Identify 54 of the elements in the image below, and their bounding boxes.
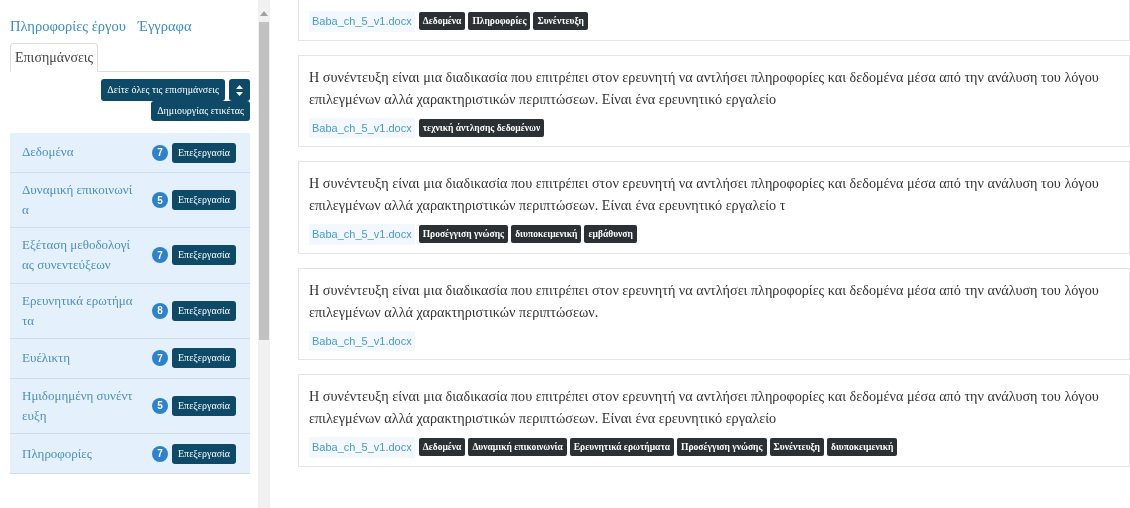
- tag-label: Προσέγγιση γνώσης: [418, 225, 509, 244]
- tag-list-item[interactable]: Δεδομένα 7 Επεξεργασία: [10, 133, 250, 173]
- tag-label: Δυναμική επικοινωνία: [468, 438, 567, 457]
- tag-label: Ερευνητικά ερωτήματα: [569, 438, 675, 457]
- annotation-text: Η συνέντευξη είναι μια διαδικασία που επιτρέπει στον ερευνητή να αντλήσει πληροφορίες και δεδομένα μέσα από την ανάλυση του λόγου επιλεγμένων αλλά χαρακτηριστικών περιπτώσεων. Είναι ένα ερευνητικό εργαλείο τ: [309, 174, 1100, 215]
- tag-label: Ημιδομημένη συνέντευξη: [22, 386, 134, 425]
- view-all-button[interactable]: Δείτε όλες τις επισημάνσεις: [101, 79, 225, 101]
- tag-label: Δεδομένα: [22, 143, 75, 162]
- tab[interactable]: Επισημάνσεις: [10, 43, 99, 72]
- tag-label: διυποκειμενική: [827, 438, 898, 457]
- tag-list-item[interactable]: Δυναμική επικοινωνία 5 Επεξεργασία: [10, 173, 250, 229]
- count-badge: 7: [152, 247, 168, 264]
- edit-button[interactable]: Επεξεργασία: [172, 245, 236, 266]
- nav-link[interactable]: Πληροφορίες έργου: [10, 18, 126, 34]
- tag-label: Πληροφορίες: [468, 12, 531, 31]
- count-badge: 7: [152, 350, 168, 367]
- tag-label: Εξέταση μεθοδολογίας συνεντεύξεων: [22, 236, 132, 275]
- count-badge: 5: [152, 192, 168, 209]
- tag-list-item[interactable]: Ημιδομημένη συνέντευξη 5 Επεξεργασία: [10, 378, 250, 435]
- sort-icon: [236, 85, 243, 97]
- edit-button[interactable]: Επεξεργασία: [172, 190, 236, 211]
- scrollbar-thumb[interactable]: [259, 22, 269, 340]
- count-badge: 7: [152, 445, 168, 462]
- tag-label: Δεδομένα: [418, 12, 466, 31]
- count-badge: 7: [152, 144, 168, 161]
- tag-label: Ερευνητικά ερωτήματα: [22, 291, 134, 330]
- count-badge: 5: [152, 398, 168, 414]
- edit-button[interactable]: Επεξεργασία: [172, 142, 236, 163]
- sort-button[interactable]: [229, 79, 250, 101]
- tag-label: Δεδομένα: [418, 438, 466, 457]
- tag-label: τεχνική άντλησης δεδομένων: [418, 118, 545, 137]
- count-badge: 8: [152, 302, 168, 319]
- tag-label: Ευέλικτη: [22, 349, 72, 368]
- edit-button[interactable]: Επεξεργασία: [172, 443, 236, 464]
- tag-list-item[interactable]: Εξέταση μεθοδολογίας συνεντεύξεων 7 Επεξεργασία: [10, 228, 250, 284]
- annotation-text: Η συνέντευξη είναι μια διαδικασία που επιτρέπει στον ερευνητή να αντλήσει πληροφορίες και δεδομένα μέσα από την ανάλυση του λόγου επιλεγμένων αλλά χαρακτηριστικών περιπτώσεων. Είναι ένα ερευνητικό εργαλείο: [309, 387, 1100, 428]
- tag-label: Προσέγγιση γνώσης: [677, 438, 767, 457]
- annotation-text: Η συνέντευξη είναι μια διαδικασία που επιτρέπει στον ερευνητή να αντλήσει πληροφορίες και δεδομένα μέσα από την ανάλυση του λόγου επιλεγμένων αλλά χαρακτηριστικών περιπτώσεων.: [309, 280, 1100, 322]
- tag-label: Συνέντευξη: [769, 438, 824, 457]
- tag-label: εμβάθυνση: [584, 225, 637, 244]
- tag-list-item[interactable]: Ερευνητικά ερωτήματα 8 Επεξεργασία: [10, 283, 250, 339]
- tag-label: διυποκειμενική: [511, 225, 582, 244]
- edit-button[interactable]: Επεξεργασία: [172, 396, 236, 416]
- scroll-up-icon[interactable]: [260, 10, 268, 16]
- nav-link[interactable]: Έγγραφα: [137, 18, 192, 34]
- edit-button[interactable]: Επεξεργασία: [172, 300, 236, 321]
- edit-button[interactable]: Επεξεργασία: [172, 348, 236, 369]
- tag-label: Συνέντευξη: [533, 12, 588, 31]
- tag-label: Δυναμική επικοινωνία: [22, 181, 134, 220]
- annotation-text: Η συνέντευξη είναι μια διαδικασία που επιτρέπει στον ερευνητή να αντλήσει πληροφορίες και δεδομένα μέσα από την ανάλυση του λόγου επιλεγμένων αλλά χαρακτηριστικών περιπτώσεων. Είναι ένα ερευνητικό εργαλείο: [309, 67, 1100, 109]
- tag-list-item[interactable]: Ευέλικτη 7 Επεξεργασία: [10, 338, 250, 379]
- tag-label: Πληροφορίες: [22, 444, 93, 463]
- create-tag-button[interactable]: Δημιουργίας ετικέτας: [151, 101, 250, 121]
- tag-list-item[interactable]: Πληροφορίες 7 Επεξεργασία: [10, 434, 250, 475]
